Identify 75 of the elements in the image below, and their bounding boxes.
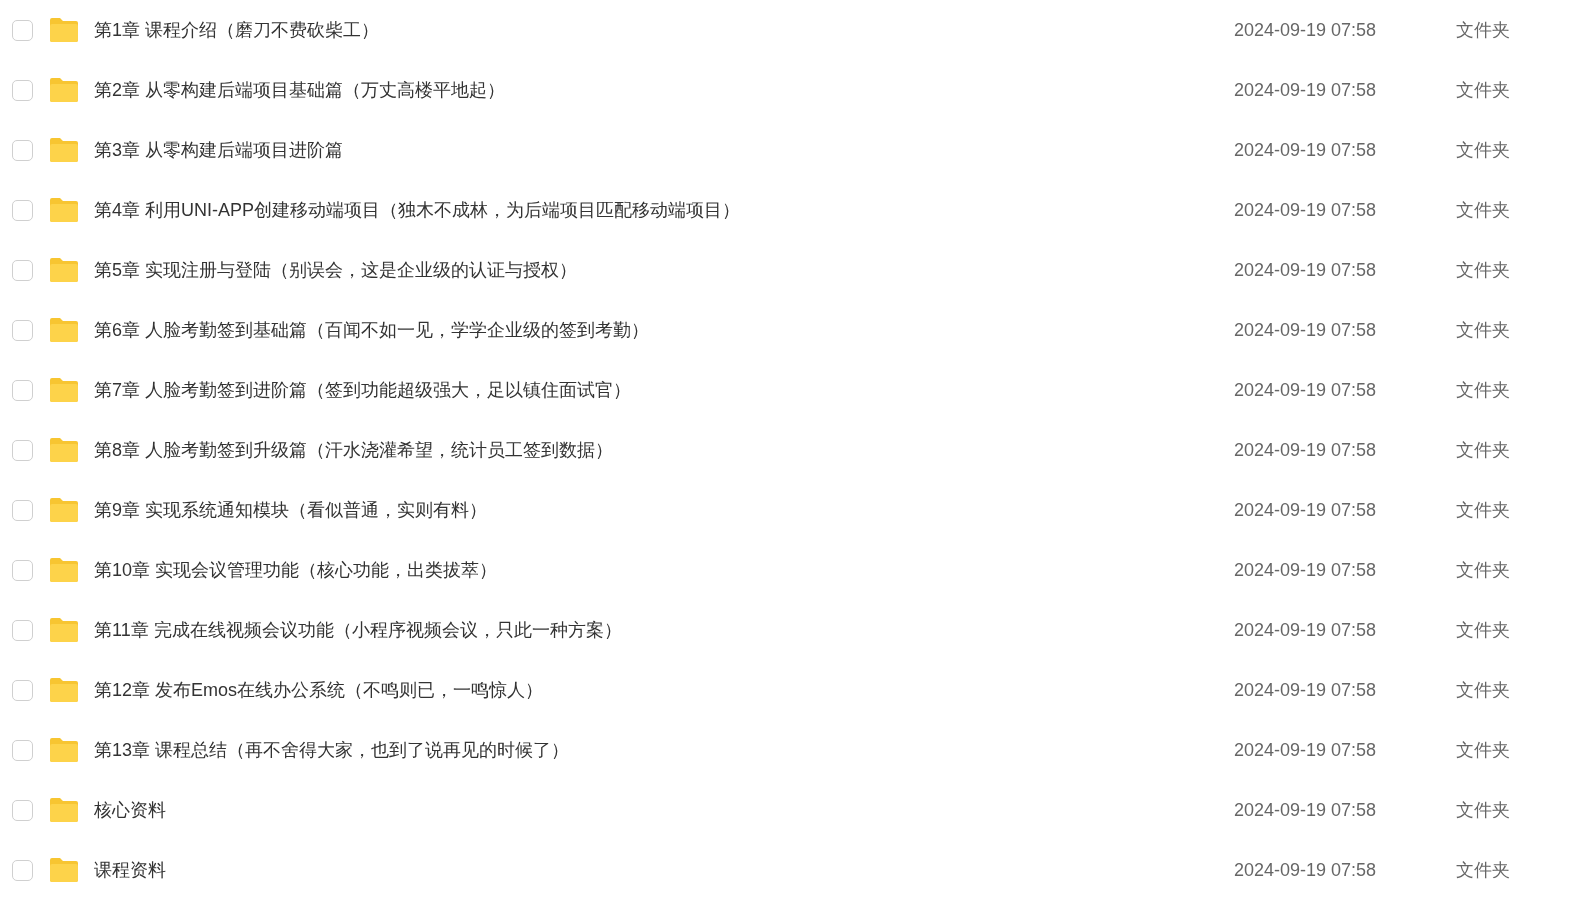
- modified-date: 2024-09-19 07:58: [1234, 438, 1378, 462]
- folder-icon: [48, 556, 80, 584]
- modified-date: 2024-09-19 07:58: [1234, 678, 1378, 702]
- checkbox[interactable]: [12, 79, 33, 101]
- checkbox[interactable]: [12, 19, 33, 41]
- file-type: 文件夹: [1456, 678, 1511, 702]
- folder-name[interactable]: 第2章 从零构建后端项目基础篇（万丈高楼平地起）: [94, 76, 505, 104]
- folder-name[interactable]: 课程资料: [94, 856, 166, 884]
- folder-name[interactable]: 第12章 发布Emos在线办公系统（不鸣则已，一鸣惊人）: [94, 676, 544, 704]
- modified-date: 2024-09-19 07:58: [1234, 798, 1378, 822]
- modified-date: 2024-09-19 07:58: [1234, 138, 1378, 162]
- file-type: 文件夹: [1456, 618, 1511, 642]
- folder-icon: [48, 436, 80, 464]
- file-type: 文件夹: [1456, 558, 1511, 582]
- folder-name[interactable]: 第3章 从零构建后端项目进阶篇: [94, 136, 343, 164]
- checkbox[interactable]: [12, 619, 33, 641]
- file-type: 文件夹: [1456, 798, 1511, 822]
- folder-icon: [48, 676, 80, 704]
- file-type: 文件夹: [1456, 378, 1511, 402]
- modified-date: 2024-09-19 07:58: [1234, 78, 1378, 102]
- file-type: 文件夹: [1456, 318, 1511, 342]
- folder-icon: [48, 256, 80, 284]
- checkbox[interactable]: [12, 319, 33, 341]
- modified-date: 2024-09-19 07:58: [1234, 738, 1378, 762]
- folder-icon: [48, 616, 80, 644]
- folder-icon: [48, 376, 80, 404]
- folder-name[interactable]: 第6章 人脸考勤签到基础篇（百闻不如一见，学学企业级的签到考勤）: [94, 316, 649, 344]
- modified-date: 2024-09-19 07:58: [1234, 18, 1378, 42]
- modified-date: 2024-09-19 07:58: [1234, 858, 1378, 882]
- modified-date: 2024-09-19 07:58: [1234, 378, 1378, 402]
- folder-name[interactable]: 第11章 完成在线视频会议功能（小程序视频会议，只此一种方案）: [94, 616, 622, 644]
- folder-icon: [48, 796, 80, 824]
- folder-icon: [48, 16, 80, 44]
- modified-date: 2024-09-19 07:58: [1234, 498, 1378, 522]
- modified-date: 2024-09-19 07:58: [1234, 198, 1378, 222]
- folder-name[interactable]: 第9章 实现系统通知模块（看似普通，实则有料）: [94, 496, 487, 524]
- checkbox[interactable]: [12, 559, 33, 581]
- folder-icon: [48, 736, 80, 764]
- file-type: 文件夹: [1456, 258, 1511, 282]
- file-type: 文件夹: [1456, 498, 1511, 522]
- folder-name[interactable]: 第5章 实现注册与登陆（别误会，这是企业级的认证与授权）: [94, 256, 577, 284]
- folder-name[interactable]: 第7章 人脸考勤签到进阶篇（签到功能超级强大，足以镇住面试官）: [94, 376, 631, 404]
- folder-icon: [48, 856, 80, 884]
- file-type: 文件夹: [1456, 18, 1511, 42]
- folder-icon: [48, 136, 80, 164]
- checkbox[interactable]: [12, 679, 33, 701]
- folder-icon: [48, 316, 80, 344]
- checkbox[interactable]: [12, 139, 33, 161]
- folder-name[interactable]: 第10章 实现会议管理功能（核心功能，出类拔萃）: [94, 556, 498, 584]
- file-type: 文件夹: [1456, 738, 1511, 762]
- folder-name[interactable]: 第8章 人脸考勤签到升级篇（汗水浇灌希望，统计员工签到数据）: [94, 436, 613, 464]
- folder-icon: [48, 496, 80, 524]
- checkbox[interactable]: [12, 199, 33, 221]
- folder-icon: [48, 76, 80, 104]
- folder-name[interactable]: 第13章 课程总结（再不舍得大家，也到了说再见的时候了）: [94, 736, 570, 764]
- folder-icon: [48, 196, 80, 224]
- modified-date: 2024-09-19 07:58: [1234, 558, 1378, 582]
- checkbox[interactable]: [12, 739, 33, 761]
- checkbox[interactable]: [12, 379, 33, 401]
- folder-name[interactable]: 第4章 利用UNI-APP创建移动端项目（独木不成林，为后端项目匹配移动端项目）: [94, 196, 741, 224]
- file-type: 文件夹: [1456, 438, 1511, 462]
- file-type: 文件夹: [1456, 198, 1511, 222]
- checkbox[interactable]: [12, 439, 33, 461]
- file-type: 文件夹: [1456, 138, 1511, 162]
- file-type: 文件夹: [1456, 78, 1511, 102]
- checkbox[interactable]: [12, 799, 33, 821]
- modified-date: 2024-09-19 07:58: [1234, 618, 1378, 642]
- modified-date: 2024-09-19 07:58: [1234, 258, 1378, 282]
- folder-name[interactable]: 第1章 课程介绍（磨刀不费砍柴工）: [94, 16, 379, 44]
- file-type: 文件夹: [1456, 858, 1511, 882]
- checkbox[interactable]: [12, 259, 33, 281]
- checkbox[interactable]: [12, 859, 33, 881]
- modified-date: 2024-09-19 07:58: [1234, 318, 1378, 342]
- folder-name[interactable]: 核心资料: [94, 796, 166, 824]
- checkbox[interactable]: [12, 499, 33, 521]
